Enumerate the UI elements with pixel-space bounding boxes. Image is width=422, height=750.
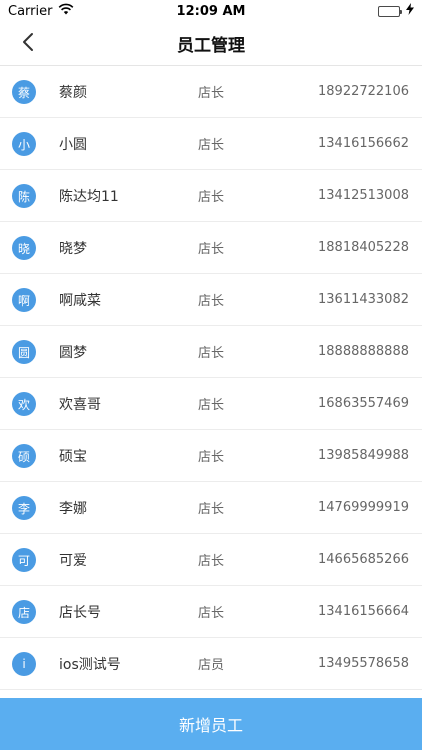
- employee-phone: 13985849988: [318, 448, 409, 463]
- avatar: 蔡: [12, 80, 36, 104]
- add-employee-button[interactable]: 新增员工: [0, 698, 422, 750]
- status-bar: Carrier 12:09 AM: [0, 0, 422, 22]
- carrier-label: Carrier: [8, 3, 53, 19]
- employee-phone: 18922722106: [318, 84, 409, 99]
- employee-row[interactable]: 啊 啊咸菜 店长 13611433082: [0, 274, 422, 326]
- employee-phone: 13412513008: [318, 188, 409, 203]
- employee-role: 店长: [198, 86, 225, 101]
- employee-row[interactable]: 李 李娜 店长 14769999919: [0, 482, 422, 534]
- wifi-icon: [58, 3, 74, 19]
- status-right: [378, 3, 414, 19]
- employee-row[interactable]: 陈 陈达均11 店长 13412513008: [0, 170, 422, 222]
- employee-role: 店长: [198, 138, 225, 153]
- employee-row[interactable]: i ios测试号 店员 13495578658: [0, 638, 422, 690]
- employee-role: 店员: [198, 658, 225, 673]
- employee-name: 圆梦: [59, 344, 87, 361]
- employee-name: 欢喜哥: [59, 396, 101, 413]
- employee-row[interactable]: 小 小圆 店长 13416156662: [0, 118, 422, 170]
- back-button[interactable]: [14, 30, 42, 58]
- status-left: Carrier: [8, 3, 74, 19]
- employee-role: 店长: [198, 242, 225, 257]
- employee-phone: 13416156664: [318, 604, 409, 619]
- employee-name: 晓梦: [59, 240, 87, 257]
- avatar: 欢: [12, 392, 36, 416]
- employee-row[interactable]: 店 店长号 店长 13416156664: [0, 586, 422, 638]
- employee-name: 可爱: [59, 552, 87, 569]
- employee-name: 啊咸菜: [59, 292, 101, 309]
- avatar: 小: [12, 132, 36, 156]
- employee-phone: 14769999919: [318, 500, 409, 515]
- employee-name: 小圆: [59, 136, 87, 153]
- employee-phone: 13416156662: [318, 136, 409, 151]
- charging-icon: [406, 3, 414, 19]
- employee-role: 店长: [198, 294, 225, 309]
- employee-phone: 13611433082: [318, 292, 409, 307]
- employee-row[interactable]: 硕 硕宝 店长 13985849988: [0, 430, 422, 482]
- chevron-left-icon: [22, 32, 34, 56]
- employee-name: 蔡颜: [59, 84, 87, 101]
- employee-role: 店长: [198, 554, 225, 569]
- nav-bar: 员工管理: [0, 22, 422, 66]
- employee-role: 店长: [198, 450, 225, 465]
- employee-row[interactable]: 圆 圆梦 店长 18888888888: [0, 326, 422, 378]
- avatar: 李: [12, 496, 36, 520]
- employee-row[interactable]: 欢 欢喜哥 店长 16863557469: [0, 378, 422, 430]
- employee-row[interactable]: 晓 晓梦 店长 18818405228: [0, 222, 422, 274]
- employee-role: 店长: [198, 346, 225, 361]
- employee-name: 李娜: [59, 500, 87, 517]
- employee-row[interactable]: 可 可爱 店长 14665685266: [0, 534, 422, 586]
- employee-phone: 18818405228: [318, 240, 409, 255]
- employee-phone: 18888888888: [318, 344, 409, 359]
- avatar: 晓: [12, 236, 36, 260]
- employee-name: 硕宝: [59, 448, 87, 465]
- avatar: 硕: [12, 444, 36, 468]
- employee-name: 店长号: [59, 604, 101, 621]
- employee-name: ios测试号: [59, 656, 121, 673]
- employee-role: 店长: [198, 398, 225, 413]
- employee-role: 店长: [198, 190, 225, 205]
- employee-role: 店长: [198, 606, 225, 621]
- employee-list: 蔡 蔡颜 店长 18922722106 小 小圆 店长 13416156662 …: [0, 66, 422, 690]
- avatar: 啊: [12, 288, 36, 312]
- employee-phone: 14665685266: [318, 552, 409, 567]
- employee-role: 店长: [198, 502, 225, 517]
- employee-row[interactable]: 蔡 蔡颜 店长 18922722106: [0, 66, 422, 118]
- add-employee-label: 新增员工: [178, 716, 243, 735]
- avatar: 陈: [12, 184, 36, 208]
- battery-icon: [378, 5, 402, 17]
- avatar: 可: [12, 548, 36, 572]
- avatar: i: [12, 652, 36, 676]
- employee-phone: 13495578658: [318, 656, 409, 671]
- employee-phone: 16863557469: [318, 396, 409, 411]
- employee-name: 陈达均11: [59, 188, 119, 205]
- page-title: 员工管理: [177, 36, 245, 56]
- avatar: 圆: [12, 340, 36, 364]
- avatar: 店: [12, 600, 36, 624]
